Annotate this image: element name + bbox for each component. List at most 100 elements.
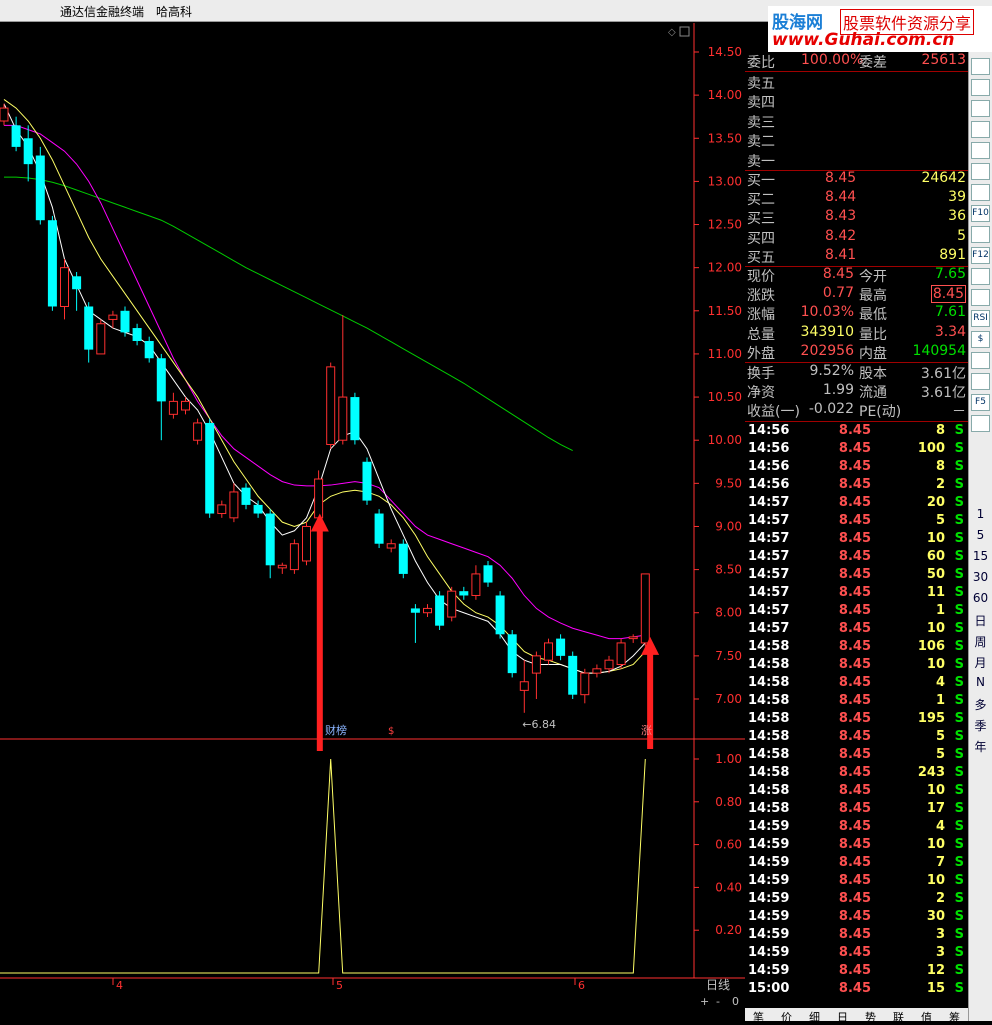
chart-icon[interactable]	[971, 163, 990, 180]
bottom-tab[interactable]: 笔	[753, 1009, 764, 1025]
tick-volume: 10	[926, 837, 945, 852]
price-tick-label: 9.50	[715, 476, 742, 490]
bottom-tab[interactable]: 细	[809, 1009, 820, 1025]
tick-price: 8.45	[838, 819, 871, 834]
period-button[interactable]: 30	[969, 570, 992, 584]
price-tick-label: 12.50	[708, 218, 742, 232]
tick-row: 14:57 8.45 20 S	[745, 495, 968, 513]
tick-row: 14:59 8.45 12 S	[745, 963, 968, 981]
signal-arrow-1	[310, 513, 329, 751]
period-button[interactable]: 季	[969, 717, 992, 734]
trend-icon[interactable]	[971, 142, 990, 159]
bottom-tab[interactable]: 日	[837, 1009, 848, 1025]
bottom-tab[interactable]: 筹	[949, 1009, 960, 1025]
tick-time: 14:58	[748, 801, 790, 816]
sell-level-row: 卖二	[745, 131, 968, 150]
candle-body-up	[471, 573, 481, 596]
candle-body-up	[217, 504, 227, 515]
stat-value: 7.61	[934, 304, 966, 321]
signal-indicator-line	[0, 758, 646, 974]
ma-magenta-line	[4, 124, 646, 640]
app-title: 通达信金融终端	[60, 5, 145, 19]
tick-price: 8.45	[838, 585, 871, 600]
weicha-value: 25613	[921, 52, 966, 68]
period-button[interactable]: 周	[969, 633, 992, 650]
tick-time: 14:59	[748, 927, 790, 942]
candle-body-down	[410, 608, 420, 613]
bottom-tab[interactable]: 势	[865, 1009, 876, 1025]
list-icon[interactable]	[971, 121, 990, 138]
stat-label: 涨幅	[747, 307, 775, 324]
wave-icon[interactable]	[971, 289, 990, 306]
price-tick-label: 11.00	[708, 347, 742, 361]
candle-body-up	[616, 642, 626, 665]
price-tick-label: 10.50	[708, 390, 742, 404]
indicator-tick-label: 0.40	[715, 880, 742, 894]
pen-icon[interactable]	[971, 373, 990, 390]
candle-body-down	[23, 138, 33, 165]
candle-body-up	[447, 590, 457, 618]
fundamental-label: 流通	[859, 385, 887, 402]
bottom-tab[interactable]: 联	[893, 1009, 904, 1025]
price-tick-label: 8.50	[715, 563, 742, 577]
period-button[interactable]: 年	[969, 738, 992, 755]
tick-price: 8.45	[838, 711, 871, 726]
price-tick-label: 14.00	[708, 88, 742, 102]
ma-yellow-line	[3, 99, 646, 674]
fundamental-label: 换手	[747, 366, 775, 382]
buy-level-volume: 891	[939, 246, 966, 263]
tick-side: S	[954, 513, 964, 528]
candle-body-up	[326, 366, 336, 446]
tick-side: S	[954, 603, 964, 618]
buy-level-label: 买三	[747, 211, 775, 228]
tick-side: S	[954, 747, 964, 762]
period-button[interactable]: 日	[969, 612, 992, 629]
f12-icon[interactable]: F12	[971, 247, 990, 264]
arrow-shaft	[316, 527, 323, 751]
period-button[interactable]: 月	[969, 654, 992, 671]
cycle-icon[interactable]	[971, 415, 990, 432]
f5-icon[interactable]: F5	[971, 394, 990, 411]
f10-icon[interactable]: F10	[971, 205, 990, 222]
tick-price: 8.45	[838, 459, 871, 474]
period-button[interactable]: 60	[969, 591, 992, 605]
tick-price: 8.45	[838, 981, 871, 996]
bottom-tab[interactable]: 值	[921, 1009, 932, 1025]
tick-time: 14:59	[748, 945, 790, 960]
kline-chart[interactable]: ◇ 14.50 14.00 13.50 13.00 12.50 12.00 11.50 11.0…	[0, 23, 745, 1008]
doc-icon[interactable]	[971, 184, 990, 201]
rsi-icon[interactable]: RSI	[971, 310, 990, 327]
candle-body-up	[181, 400, 190, 411]
bottom-tab[interactable]: 价	[781, 1009, 792, 1025]
fundamental-label: PE(动)	[859, 404, 902, 421]
info-icon[interactable]	[971, 226, 990, 243]
period-button[interactable]: 5	[969, 528, 992, 542]
kline-icon[interactable]	[971, 79, 990, 96]
sell-level-label: 卖五	[747, 76, 775, 92]
circle-icon[interactable]	[971, 268, 990, 285]
tick-row: 14:59 8.45 3 S	[745, 945, 968, 963]
money-icon[interactable]: $	[971, 331, 990, 348]
refresh-icon[interactable]	[971, 58, 990, 75]
period-button[interactable]: N	[969, 675, 992, 689]
tick-row: 14:57 8.45 5 S	[745, 513, 968, 531]
tick-row: 14:57 8.45 11 S	[745, 585, 968, 603]
tick-price: 8.45	[838, 477, 871, 492]
tick-side: S	[954, 819, 964, 834]
period-button[interactable]: 1	[969, 507, 992, 521]
tick-row: 14:58 8.45 4 S	[745, 675, 968, 693]
weibi-label: 委比	[747, 55, 775, 71]
stock-name: 哈高科	[156, 5, 193, 19]
tick-time: 14:57	[748, 549, 790, 564]
tick-time: 14:59	[748, 909, 790, 924]
candle-body-up	[531, 655, 541, 674]
candle-body-up	[60, 267, 69, 307]
table-icon[interactable]	[971, 100, 990, 117]
move-icon[interactable]	[971, 352, 990, 369]
separator	[745, 71, 968, 72]
candle-body-up	[386, 543, 396, 549]
tick-time: 14:59	[748, 837, 790, 852]
period-button[interactable]: 多	[969, 696, 992, 713]
period-button[interactable]: 15	[969, 549, 992, 563]
tick-time: 14:59	[748, 855, 790, 870]
